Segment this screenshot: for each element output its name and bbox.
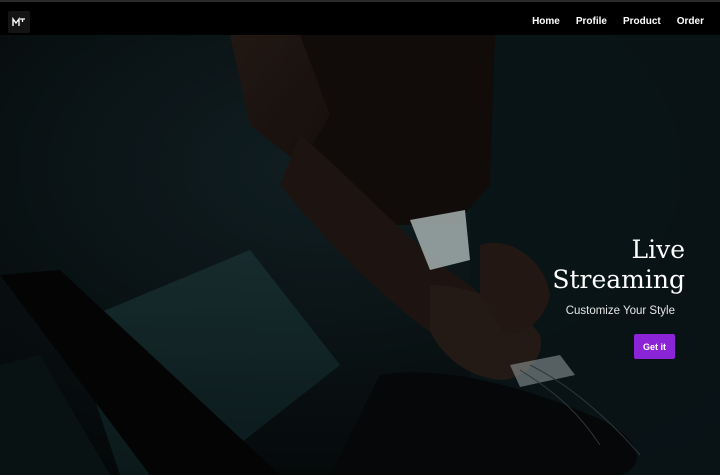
hero-subtitle: Customize Your Style bbox=[565, 305, 675, 317]
hero-content: Live Streaming Customize Your Style Get … bbox=[485, 235, 685, 359]
brand-logo-icon[interactable] bbox=[8, 11, 30, 33]
nav-link-order[interactable]: Order bbox=[677, 16, 704, 28]
nav-link-home[interactable]: Home bbox=[532, 16, 560, 28]
nav-links: Home Profile Product Order bbox=[532, 16, 704, 28]
hero-title: Live Streaming bbox=[485, 235, 685, 295]
page: Home Profile Product Order Live Streamin… bbox=[0, 0, 720, 475]
get-it-button[interactable]: Get it bbox=[634, 334, 675, 359]
hero-title-line2: Streaming bbox=[552, 265, 685, 294]
hero-title-line1: Live bbox=[631, 235, 685, 264]
top-navbar: Home Profile Product Order bbox=[0, 0, 720, 35]
nav-link-product[interactable]: Product bbox=[623, 16, 661, 28]
nav-link-profile[interactable]: Profile bbox=[576, 16, 607, 28]
